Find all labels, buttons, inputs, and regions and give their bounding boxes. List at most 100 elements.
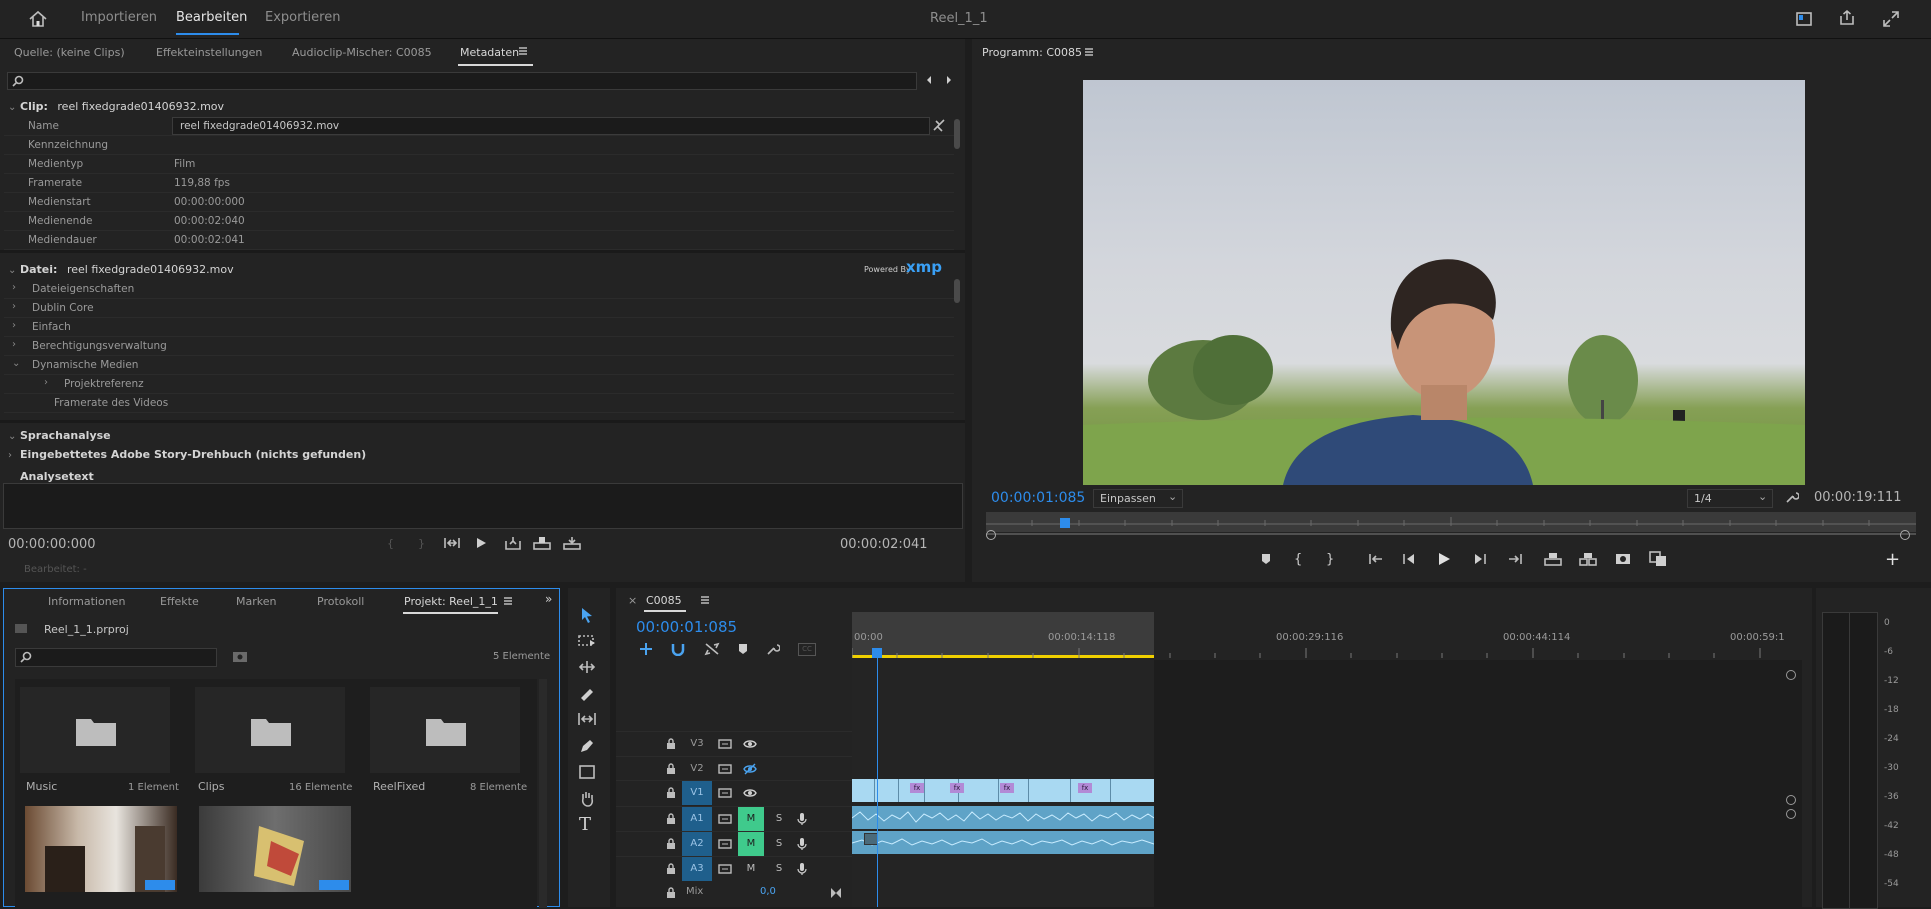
fit-dropdown[interactable]: Einpassen ⌄ [1093, 489, 1183, 508]
lock-icon[interactable] [666, 887, 676, 899]
lock-icon[interactable] [666, 838, 676, 850]
panel-menu-icon[interactable] [518, 46, 528, 56]
audio-clip-track-a2[interactable] [852, 831, 1154, 854]
resolution-dropdown[interactable]: 1/4 ⌄ [1687, 489, 1773, 508]
tab-effect-controls[interactable]: Effekteinstellungen [156, 46, 262, 59]
lock-icon[interactable] [666, 763, 676, 775]
play-icon[interactable] [1437, 551, 1451, 567]
vertical-zoom-handle[interactable] [1786, 809, 1796, 819]
clip-property-row[interactable]: Medienende 00:00:02:040 [4, 212, 954, 231]
tab-history[interactable]: Protokoll [317, 595, 364, 608]
type-tool-icon[interactable]: T [579, 814, 591, 835]
track-label[interactable]: A3 [682, 857, 712, 881]
tab-markers[interactable]: Marken [236, 595, 276, 608]
clip-edit-point[interactable] [874, 779, 875, 802]
track-header[interactable]: A3 M S [616, 856, 852, 881]
mix-volume-value[interactable]: 0,0 [760, 886, 776, 897]
track-label[interactable]: V2 [682, 757, 712, 781]
timeline-settings-icon[interactable] [766, 642, 780, 656]
vertical-zoom-handle[interactable] [1786, 670, 1796, 680]
bin-item-reelfixed[interactable] [370, 687, 520, 773]
track-label[interactable]: A2 [682, 832, 712, 856]
bin-item-clips[interactable] [195, 687, 345, 773]
sync-lock-icon[interactable] [718, 763, 732, 775]
bin-item-music[interactable] [20, 687, 170, 773]
add-marker-icon[interactable] [737, 642, 749, 656]
lock-icon[interactable] [666, 738, 676, 750]
sync-lock-icon[interactable] [718, 838, 732, 850]
workspace-tab-edit[interactable]: Bearbeiten [176, 10, 247, 25]
track-header[interactable]: V1 [616, 780, 852, 805]
program-current-timecode[interactable]: 00:00:01:085 [991, 490, 1085, 506]
clip-edit-point[interactable] [924, 779, 925, 802]
track-header[interactable]: A1 M S [616, 806, 852, 831]
track-label[interactable]: A1 [682, 807, 712, 831]
clip-property-row[interactable]: Framerate 119,88 fps [4, 174, 954, 193]
linked-selection-icon[interactable] [704, 642, 720, 656]
microphone-icon[interactable] [797, 862, 807, 876]
track-header[interactable]: A2 M S [616, 831, 852, 856]
new-search-bin-icon[interactable] [232, 649, 248, 663]
workspace-tab-export[interactable]: Exportieren [265, 10, 340, 25]
pen-tool-icon[interactable] [578, 738, 596, 754]
zoom-handle-left[interactable] [986, 530, 996, 540]
close-sequence-icon[interactable]: × [628, 594, 637, 607]
step-forward-icon[interactable] [1473, 552, 1487, 566]
program-video-frame[interactable] [1083, 80, 1805, 485]
track-header[interactable]: V3 [616, 731, 852, 756]
clip-thumbnail[interactable] [199, 806, 351, 892]
file-property-row[interactable]: Framerate des Videos [4, 394, 954, 413]
clip-thumbnail[interactable] [25, 806, 177, 892]
previous-arrow-icon[interactable] [925, 75, 933, 85]
clip-edit-point[interactable] [898, 779, 899, 802]
tab-audio-clip-mixer[interactable]: Audioclip-Mischer: C0085 [292, 46, 432, 59]
file-property-row[interactable]: ⌄ Dynamische Medien [4, 356, 954, 375]
slip-tool-icon[interactable] [578, 712, 596, 726]
eye-icon[interactable] [743, 738, 757, 750]
program-scrubber[interactable] [986, 512, 1916, 532]
clip-edit-point[interactable] [998, 779, 999, 802]
vertical-zoom-handle[interactable] [1786, 795, 1796, 805]
clip-section-header[interactable]: ⌄ Clip: reel fixedgrade01406932.mov [8, 100, 224, 113]
solo-button[interactable]: S [770, 857, 788, 881]
overwrite-icon[interactable] [533, 535, 551, 551]
speech-analysis-header[interactable]: ⌄ Sprachanalyse [8, 429, 111, 442]
ripple-edit-tool-icon[interactable] [578, 660, 596, 674]
settings-wrench-icon[interactable] [1785, 490, 1799, 504]
zoom-bar[interactable] [986, 533, 1916, 535]
more-panels-icon[interactable]: » [545, 592, 552, 606]
home-icon[interactable] [28, 10, 48, 28]
file-property-row[interactable]: › Dublin Core [4, 299, 954, 318]
timeline-current-timecode[interactable]: 00:00:01:085 [636, 618, 737, 636]
play-icon[interactable] [475, 536, 487, 550]
eye-icon[interactable] [743, 787, 757, 799]
mute-button[interactable]: M [738, 832, 764, 856]
video-clip-track-v1[interactable]: fx fx fx fx [852, 779, 1154, 802]
sequence-tab[interactable]: C0085 [646, 594, 682, 607]
file-property-row[interactable]: › Projektreferenz [4, 375, 954, 394]
fullscreen-icon[interactable] [1882, 10, 1900, 28]
mix-trim-icon[interactable] [830, 887, 842, 899]
share-icon[interactable] [1838, 9, 1856, 27]
track-label[interactable]: V1 [682, 781, 712, 805]
panel-menu-icon[interactable] [1084, 47, 1094, 57]
nest-icon[interactable] [638, 642, 654, 656]
sync-lock-icon[interactable] [718, 863, 732, 875]
track-label[interactable]: V3 [682, 732, 712, 756]
mute-button[interactable]: M [738, 807, 764, 831]
microphone-icon[interactable] [797, 837, 807, 851]
program-playhead[interactable] [1060, 518, 1070, 528]
eye-hidden-icon[interactable] [743, 763, 757, 775]
lift-icon[interactable] [1544, 551, 1562, 567]
rectangle-tool-icon[interactable] [578, 764, 596, 780]
clip-edit-point[interactable] [1028, 779, 1029, 802]
clip-property-row[interactable]: Medientyp Film [4, 155, 954, 174]
sync-lock-icon[interactable] [718, 787, 732, 799]
panel-menu-icon[interactable] [503, 596, 513, 606]
captions-icon[interactable]: CC [798, 643, 816, 656]
track-header[interactable]: V2 [616, 756, 852, 781]
insert-icon[interactable] [504, 535, 522, 551]
extract-icon[interactable] [1579, 551, 1597, 567]
next-arrow-icon[interactable] [945, 75, 953, 85]
analysis-text-area[interactable] [3, 483, 963, 529]
